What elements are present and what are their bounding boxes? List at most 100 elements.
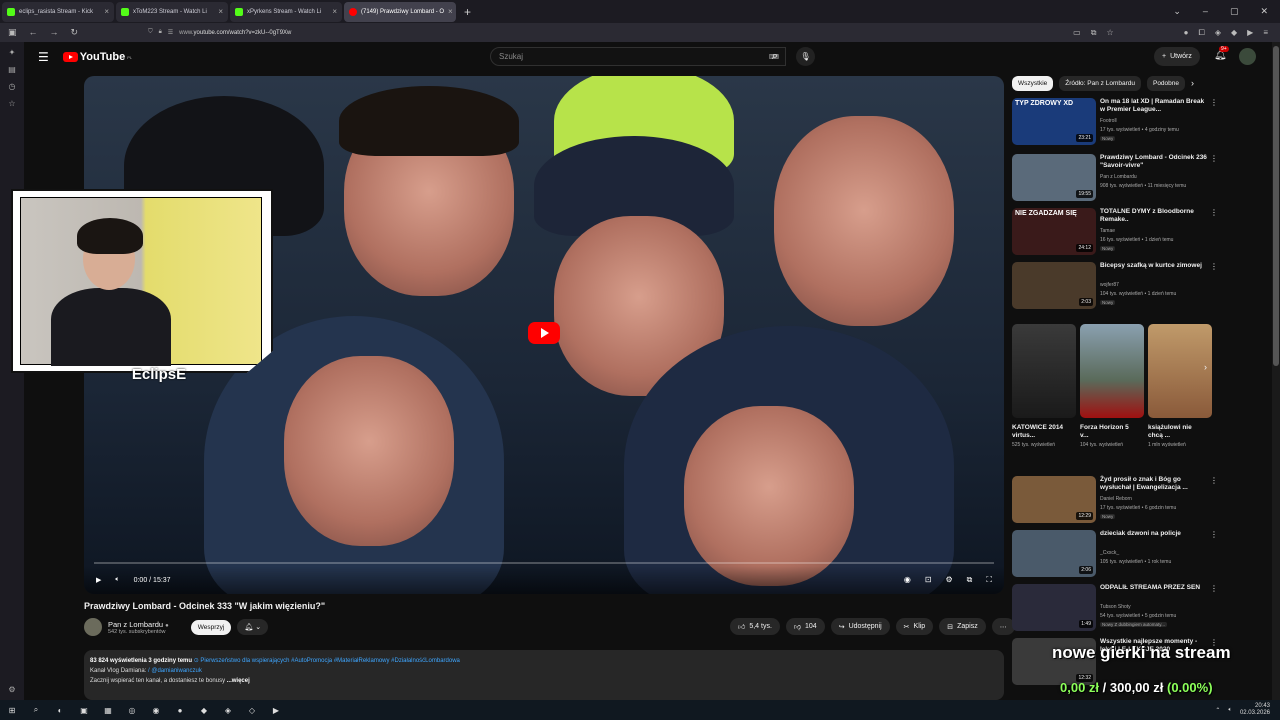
more-vert-icon[interactable]: ⋮ <box>1210 262 1218 271</box>
rec-title[interactable]: On ma 18 lat XD | Ramadan Break w Premie… <box>1100 98 1208 114</box>
video-description[interactable]: 83 824 wyświetlenia 3 godziny temu ⊙ Pie… <box>84 650 1004 700</box>
more-vert-icon[interactable]: ⋮ <box>1210 98 1218 107</box>
volume-icon[interactable]: 🔈︎ <box>115 576 119 584</box>
support-button[interactable]: Wesprzyj <box>190 619 232 635</box>
youtube-logo[interactable]: YouTube PL <box>62 51 132 63</box>
video-thumbnail[interactable]: TYP ZDROWY XD 23:21 <box>1012 98 1096 145</box>
new-tab-icon[interactable]: + <box>464 5 471 19</box>
sidebar-settings-icon[interactable]: ⚙ <box>8 685 15 694</box>
app-icon[interactable]: ● <box>168 706 192 715</box>
tray-chevron-icon[interactable]: ⌃ <box>1215 707 1220 714</box>
rec-channel[interactable]: Tamae <box>1100 228 1115 235</box>
shelf-next-icon[interactable]: › <box>1204 362 1207 372</box>
app-icon[interactable]: ▦ <box>96 706 120 715</box>
video-thumbnail[interactable]: 2:06 <box>1012 530 1096 577</box>
subscribed-button[interactable]: 🔔︎ ⌄ <box>237 619 269 635</box>
more-vert-icon[interactable]: ⋮ <box>1210 476 1218 485</box>
account-icon[interactable]: ● <box>1184 28 1189 38</box>
voice-search-button[interactable]: 🎙︎ <box>796 47 815 66</box>
desc-hashtags[interactable]: ⊙ Pierwszeństwo dla wspierających #AutoP… <box>194 658 460 664</box>
rec-channel[interactable]: _Cxxck_ <box>1100 550 1119 557</box>
more-vert-icon[interactable]: ⋮ <box>1210 208 1218 217</box>
close-icon[interactable]: × <box>218 7 223 16</box>
save-button[interactable]: ⊟ Zapisz <box>939 618 986 635</box>
video-thumbnail[interactable]: 2:03 <box>1012 262 1096 309</box>
recommended-video[interactable]: TYP ZDROWY XD 23:21 On ma 18 lat XD | Rama… <box>1012 98 1218 146</box>
fullscreen-icon[interactable]: ⛶ <box>986 575 992 585</box>
notifications-button[interactable]: 🔔︎ 9+ <box>1214 46 1229 61</box>
browser-tab[interactable]: xToM223 Stream - Watch Li × <box>116 1 228 22</box>
address-bar[interactable]: ⛉ 🔒︎ ☰ www.youtube.com/watch?v=zkU--0gT9… <box>148 29 291 36</box>
rec-title[interactable]: ODPALIŁ STREAMA PRZEZ SEN <box>1100 584 1208 592</box>
avatar[interactable] <box>1239 48 1256 65</box>
extension-icon[interactable]: ◆ <box>1231 28 1237 38</box>
shelf-title[interactable]: Forza Horizon 5 v... <box>1080 424 1136 440</box>
shelf-thumbnail[interactable] <box>1012 324 1076 418</box>
sidebar-history-icon[interactable]: ◷ <box>9 82 16 91</box>
clip-button[interactable]: ✂ Klip <box>895 618 934 635</box>
app-icon[interactable]: ◈ <box>216 706 240 715</box>
back-icon[interactable]: ← <box>29 27 38 38</box>
app-icon[interactable]: ◐ <box>48 706 72 715</box>
chevron-right-icon[interactable]: › <box>1191 76 1194 91</box>
app-icon[interactable]: ▣ <box>72 706 96 715</box>
shelf-title[interactable]: KATOWICE 2014 virtus... <box>1012 424 1068 440</box>
video-thumbnail[interactable]: 19:55 <box>1012 154 1096 201</box>
rec-channel[interactable]: Daniel Reborn <box>1100 496 1132 503</box>
start-icon[interactable]: ⊞ <box>0 706 24 715</box>
tab-list-icon[interactable]: ⌄ <box>1173 6 1181 17</box>
hamburger-menu-icon[interactable]: ☰ <box>38 50 49 64</box>
recommended-video[interactable]: 12:29 Żyd prosił o znak i Bóg go wysłucha… <box>1012 476 1218 524</box>
subtitles-icon[interactable]: ⊡ <box>925 575 932 585</box>
recommended-video[interactable]: 19:55 Prawdziwy Lombard - Odcinek 236 "Sa… <box>1012 154 1218 202</box>
video-thumbnail[interactable]: 12:29 <box>1012 476 1096 523</box>
bookmark-star-icon[interactable]: ☆ <box>1106 28 1113 38</box>
more-vert-icon[interactable]: ⋮ <box>1210 530 1218 539</box>
create-button[interactable]: + Utwórz <box>1154 47 1200 66</box>
rec-channel[interactable]: Pan z Lombardu <box>1100 174 1137 181</box>
app-icon[interactable]: ◇ <box>240 706 264 715</box>
rec-channel[interactable]: wojfer87 <box>1100 282 1119 289</box>
chip-similar[interactable]: Podobne <box>1146 76 1186 91</box>
rec-title[interactable]: Prawdziwy Lombard - Odcinek 236 "Savoir-… <box>1100 154 1208 170</box>
video-thumbnail[interactable]: 1:49 <box>1012 584 1096 631</box>
extensions-icon[interactable]: ⧠ <box>1198 28 1204 38</box>
extension-icon[interactable]: ▶ <box>1247 28 1253 38</box>
shelf-thumbnail[interactable] <box>1148 324 1212 418</box>
show-more-link[interactable]: ...więcej <box>227 678 250 684</box>
desc-link[interactable]: / @damianiwanczuk <box>148 668 202 674</box>
close-icon[interactable]: × <box>448 7 453 16</box>
minimize-icon[interactable]: – <box>1203 6 1208 17</box>
recommended-video[interactable]: 2:03 Bicepsy szafką w kurtce zimowej wojfe… <box>1012 262 1218 310</box>
miniplayer-icon[interactable]: ⧉ <box>967 575 973 585</box>
channel-name[interactable]: Pan z Lombardu <box>108 620 163 629</box>
recommended-video[interactable]: 2:06 dzieciak dzwoni na policje _Cxxck_ 105… <box>1012 530 1218 578</box>
sidebar-inbox-icon[interactable]: ▤ <box>8 65 16 74</box>
sidebar-toggle-icon[interactable]: ▣ <box>8 27 17 38</box>
rec-channel[interactable]: Tubson Shoty <box>1100 604 1131 611</box>
settings-icon[interactable]: ⚙ <box>946 575 953 585</box>
browser-tab-active[interactable]: (7149) Prawdziwy Lombard - O × <box>344 1 456 22</box>
autoplay-toggle-icon[interactable]: ◉ <box>904 575 911 585</box>
search-input[interactable]: Szukaj ⌨ <box>490 47 786 66</box>
browser-tab[interactable]: eclips_rasista Stream - Kick × <box>2 1 114 22</box>
more-vert-icon[interactable]: ⋮ <box>1210 154 1218 163</box>
chip-all[interactable]: Wszystkie <box>1012 76 1054 91</box>
search-button[interactable]: ⌕ <box>762 47 788 66</box>
close-icon[interactable]: × <box>332 7 337 16</box>
close-window-icon[interactable]: ✕ <box>1260 6 1268 17</box>
page-scrollbar[interactable] <box>1272 42 1280 700</box>
shelf-thumbnail[interactable] <box>1080 324 1144 418</box>
reader-view-icon[interactable]: ▭ <box>1073 28 1081 38</box>
rec-title[interactable]: TOTALNE DYMY z Bloodborne Remake.. <box>1100 208 1208 224</box>
sidebar-bookmark-icon[interactable]: ☆ <box>8 99 15 108</box>
rec-title[interactable]: Żyd prosił o znak i Bóg go wysłuchał | E… <box>1100 476 1208 492</box>
browser-tab[interactable]: xPyrkens Stream - Watch Li × <box>230 1 342 22</box>
shelf-title[interactable]: książulowi nie chcą ... <box>1148 424 1204 440</box>
tray-volume-icon[interactable]: 🔈︎ <box>1228 707 1232 714</box>
forward-icon[interactable]: → <box>50 27 59 38</box>
progress-bar[interactable] <box>94 562 994 564</box>
rec-title[interactable]: dzieciak dzwoni na policje <box>1100 530 1208 538</box>
picture-in-picture-icon[interactable]: ⧉ <box>1091 28 1097 38</box>
extension-icon[interactable]: ◈ <box>1215 28 1221 38</box>
